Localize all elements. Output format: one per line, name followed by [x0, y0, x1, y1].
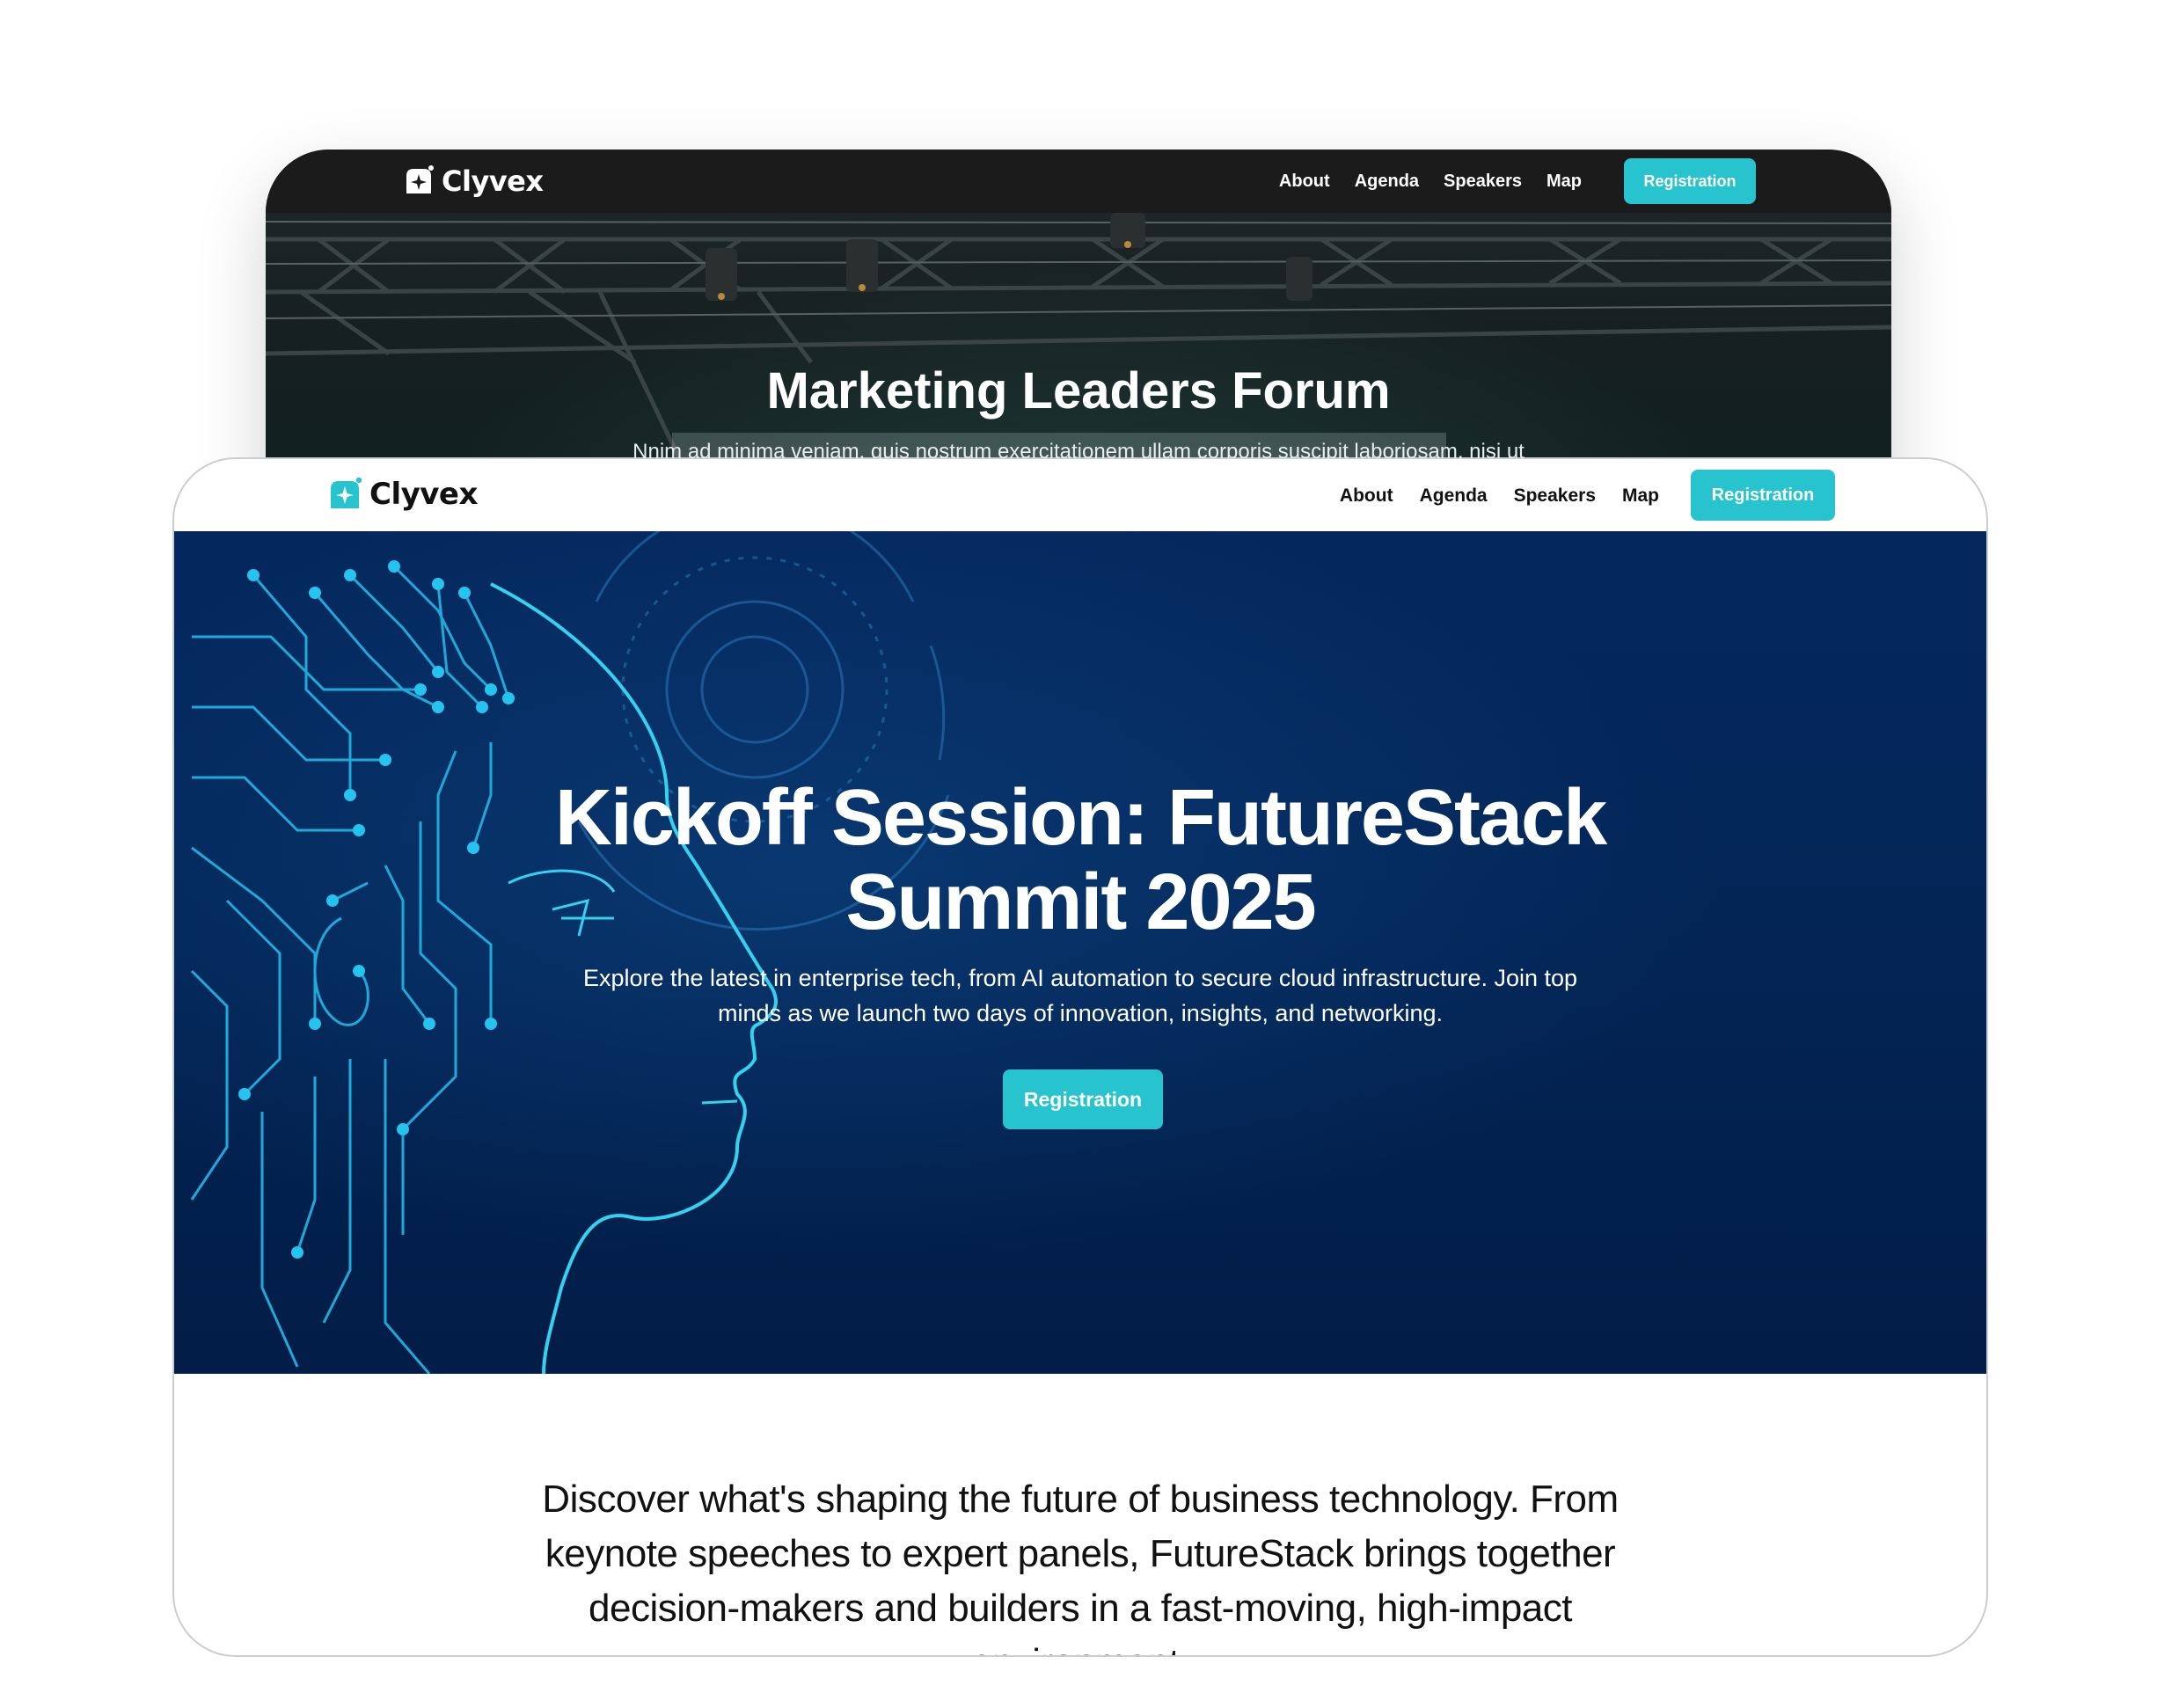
light-nav-menu: About Agenda Speakers Map — [1340, 484, 1659, 508]
dark-nav-menu: About Agenda Speakers Map — [1279, 169, 1582, 193]
nav-agenda[interactable]: Agenda — [1420, 484, 1488, 508]
nav-about[interactable]: About — [1279, 169, 1330, 193]
dark-hero: Marketing Leaders Forum Nnim ad minima v… — [266, 213, 1891, 501]
hero-description-line-1: Explore the latest in enterprise tech, f… — [582, 965, 1578, 991]
nav-agenda[interactable]: Agenda — [1355, 169, 1419, 193]
logo-icon — [406, 165, 434, 193]
hero-description-line-2: minds as we launch two days of innovatio… — [718, 1000, 1443, 1026]
intro-text: Discover what's shaping the future of bu… — [174, 1472, 1986, 1655]
hero-description: Explore the latest in enterprise tech, f… — [174, 960, 1986, 1031]
light-site-preview: Clyvex About Agenda Speakers Map Registr… — [172, 457, 1988, 1657]
hero-title-line-1: Kickoff Session: FutureStack — [554, 774, 1607, 862]
light-hero: Kickoff Session: FutureStack Summit 2025… — [174, 531, 1986, 1374]
nav-speakers[interactable]: Speakers — [1444, 169, 1522, 193]
logo-text: Clyvex — [442, 164, 544, 198]
hero-registration-button[interactable]: Registration — [1003, 1069, 1163, 1129]
nav-about[interactable]: About — [1340, 484, 1393, 508]
ai-head-circuit-image — [190, 531, 950, 1374]
hero-title: Kickoff Session: FutureStack Summit 2025 — [174, 776, 1986, 945]
dark-hero-title: Marketing Leaders Forum — [766, 362, 1391, 420]
intro-line-4: environment. — [174, 1636, 1986, 1655]
dark-registration-button[interactable]: Registration — [1624, 158, 1756, 204]
nav-map[interactable]: Map — [1622, 484, 1659, 508]
light-registration-button[interactable]: Registration — [1691, 470, 1835, 521]
light-navbar: Clyvex About Agenda Speakers Map Registr… — [174, 459, 1986, 531]
dark-logo[interactable]: Clyvex — [401, 164, 544, 199]
nav-map[interactable]: Map — [1546, 169, 1582, 193]
dark-site-preview: Clyvex About Agenda Speakers Map Registr… — [266, 150, 1891, 501]
logo-icon — [331, 477, 362, 508]
logo-text: Clyvex — [369, 477, 478, 512]
dark-navbar: Clyvex About Agenda Speakers Map Registr… — [266, 150, 1891, 213]
nav-speakers[interactable]: Speakers — [1514, 484, 1596, 508]
hero-title-line-2: Summit 2025 — [845, 858, 1316, 946]
intro-line-1: Discover what's shaping the future of bu… — [542, 1478, 1619, 1521]
light-logo[interactable]: Clyvex — [325, 475, 478, 514]
intro-line-2: keynote speeches to expert panels, Futur… — [545, 1532, 1616, 1575]
intro-line-3: decision-makers and builders in a fast-m… — [589, 1587, 1572, 1630]
